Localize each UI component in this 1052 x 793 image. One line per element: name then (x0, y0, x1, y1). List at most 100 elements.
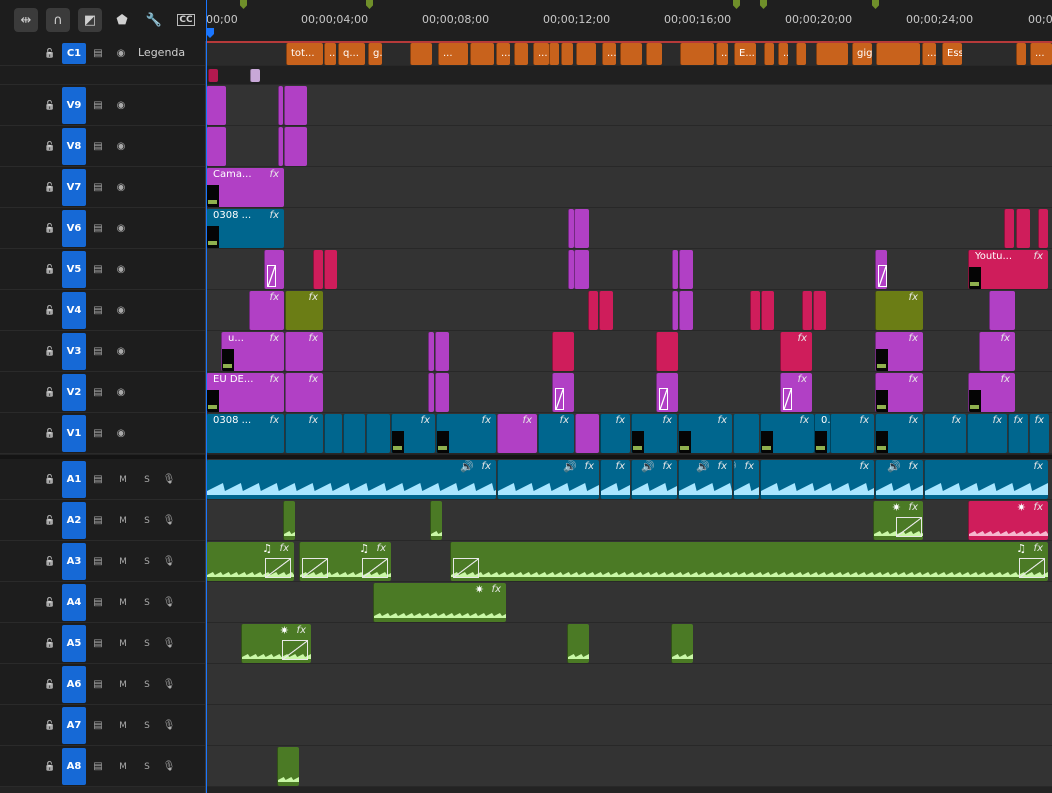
video-clip[interactable]: fx (968, 373, 1015, 412)
caption-clip[interactable]: ... (602, 43, 616, 65)
video-clip[interactable] (324, 414, 342, 453)
audio-clip[interactable]: fx ♫ (299, 542, 391, 581)
video-clip[interactable] (656, 373, 678, 412)
video-clip[interactable]: 0308 ... fx (206, 209, 284, 248)
lock-icon[interactable]: 🔓 (43, 345, 57, 359)
ruler-marker[interactable] (240, 0, 247, 9)
caption-clip[interactable] (796, 43, 806, 65)
caption-clip[interactable] (470, 43, 494, 65)
caption-clip[interactable] (549, 43, 559, 65)
lock-icon[interactable]: 🔓 (43, 427, 57, 441)
video-clip[interactable]: fx (285, 291, 323, 330)
film-icon[interactable]: ▤ (91, 386, 105, 400)
caption-clip[interactable] (410, 43, 432, 65)
video-clip[interactable] (672, 250, 678, 289)
ruler-marker[interactable] (366, 0, 373, 9)
ruler-marker[interactable] (733, 0, 740, 9)
solo-toggle[interactable]: S (140, 719, 154, 733)
video-clip[interactable]: fx (875, 373, 923, 412)
video-clip[interactable]: fx (780, 373, 812, 412)
snap-ripple-tool-button[interactable]: ⇹ (14, 8, 38, 32)
lock-icon[interactable]: 🔓 (43, 99, 57, 113)
lock-icon[interactable]: 🔓 (43, 181, 57, 195)
captions-button[interactable]: CC (174, 8, 198, 32)
audio-clip[interactable]: fx 🔊 (875, 460, 923, 499)
microphone-icon[interactable]: 🎙 (162, 596, 176, 610)
track-id-badge[interactable]: A6 (62, 666, 86, 703)
audio-clip[interactable] (567, 624, 589, 663)
video-clip[interactable] (599, 291, 613, 330)
track-id-badge[interactable]: V7 (62, 169, 86, 206)
caption-clip[interactable] (620, 43, 642, 65)
film-icon[interactable]: ▤ (91, 760, 105, 774)
video-clip[interactable] (552, 332, 574, 371)
video-clip[interactable]: fx (249, 291, 284, 330)
film-icon[interactable]: ▤ (91, 514, 105, 528)
track-id-badge[interactable]: A1 (62, 461, 86, 498)
video-clip[interactable] (761, 291, 774, 330)
video-clip[interactable] (313, 250, 323, 289)
video-clip[interactable] (875, 250, 887, 289)
transition-marker[interactable] (302, 558, 328, 578)
caption-clip[interactable] (680, 43, 714, 65)
film-icon[interactable]: ▤ (91, 140, 105, 154)
transition-marker[interactable] (1019, 558, 1045, 578)
video-clip[interactable] (802, 291, 812, 330)
microphone-icon[interactable]: 🎙 (162, 514, 176, 528)
video-clip[interactable]: fx (538, 414, 574, 453)
video-clip[interactable]: fx (830, 414, 874, 453)
audio-clip[interactable]: fx ♫ (450, 542, 1048, 581)
caption-clip[interactable]: ... (922, 43, 936, 65)
transition-marker[interactable] (282, 640, 308, 660)
video-clip[interactable] (343, 414, 365, 453)
audio-clip[interactable] (671, 624, 693, 663)
video-clip[interactable] (278, 86, 283, 125)
video-clip[interactable] (679, 291, 693, 330)
linked-selection-button[interactable]: ◩ (78, 8, 102, 32)
eye-icon[interactable]: ◉ (114, 181, 128, 195)
track-id-badge[interactable]: V3 (62, 333, 86, 370)
film-icon[interactable]: ▤ (91, 263, 105, 277)
caption-clip[interactable] (1016, 43, 1026, 65)
lock-icon[interactable]: 🔓 (43, 596, 57, 610)
video-clip[interactable] (575, 414, 599, 453)
video-clip[interactable] (206, 127, 226, 166)
video-clip[interactable]: fx (497, 414, 537, 453)
transition-marker[interactable] (783, 388, 792, 410)
video-clip[interactable] (284, 127, 307, 166)
video-clip[interactable]: fx (875, 291, 923, 330)
lock-icon[interactable]: 🔓 (43, 760, 57, 774)
caption-clip[interactable]: ... (496, 43, 510, 65)
video-clip[interactable]: fx (1008, 414, 1028, 453)
track-id-badge[interactable]: V5 (62, 251, 86, 288)
video-clip[interactable]: 0308 ... fx (206, 414, 284, 453)
mute-toggle[interactable]: M (116, 555, 130, 569)
audio-clip[interactable]: fx 🔊 (631, 460, 677, 499)
track-id-badge[interactable]: V8 (62, 128, 86, 165)
audio-clip[interactable]: fx (760, 460, 874, 499)
lock-icon[interactable]: 🔓 (43, 678, 57, 692)
transition-marker[interactable] (267, 265, 276, 287)
caption-clip[interactable]: ... (1030, 43, 1052, 65)
mute-toggle[interactable]: M (116, 719, 130, 733)
playhead[interactable] (206, 0, 207, 793)
microphone-icon[interactable]: 🎙 (162, 473, 176, 487)
film-icon[interactable]: ▤ (91, 678, 105, 692)
video-clip[interactable] (1004, 209, 1014, 248)
eye-icon[interactable]: ◉ (114, 99, 128, 113)
film-icon[interactable]: ▤ (91, 222, 105, 236)
video-clip[interactable] (435, 332, 449, 371)
video-clip[interactable] (428, 332, 434, 371)
video-clip[interactable] (428, 373, 434, 412)
microphone-icon[interactable]: 🎙 (162, 555, 176, 569)
track-id-badge[interactable]: V4 (62, 292, 86, 329)
video-clip[interactable]: Youtu... fx (968, 250, 1048, 289)
video-clip[interactable]: fx (391, 414, 435, 453)
audio-clip[interactable]: fx ♫ (206, 542, 294, 581)
lock-icon[interactable]: 🔓 (43, 222, 57, 236)
audio-clip[interactable] (430, 501, 442, 540)
video-clip[interactable]: fx (631, 414, 677, 453)
track-id-badge[interactable]: A2 (62, 502, 86, 539)
microphone-icon[interactable]: 🎙 (162, 637, 176, 651)
lock-icon[interactable]: 🔓 (43, 473, 57, 487)
